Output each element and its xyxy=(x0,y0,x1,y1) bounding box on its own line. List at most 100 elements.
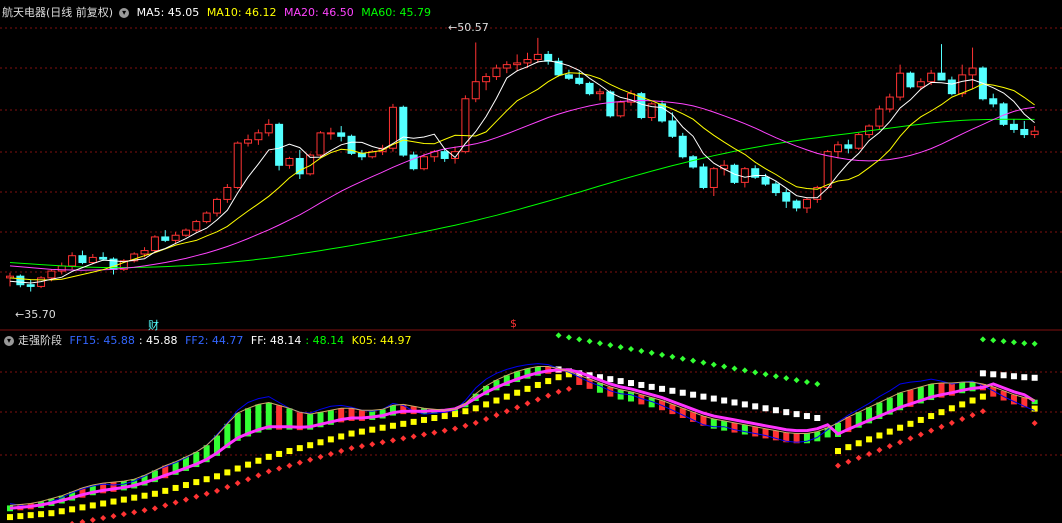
k05-marker xyxy=(524,385,531,392)
ff2-label: FF2: 44.77 xyxy=(185,334,244,347)
indicator-bar xyxy=(628,391,634,402)
resistance-marker xyxy=(586,338,593,345)
support-marker xyxy=(948,419,955,426)
ff-label: FF: 48.14 xyxy=(250,334,302,347)
candle-down xyxy=(564,74,573,79)
k05-marker xyxy=(534,381,541,388)
resistance-marker xyxy=(783,375,790,382)
k05-marker xyxy=(514,389,521,396)
event-marker-dollar[interactable]: $ xyxy=(510,317,517,330)
candlestick-panel[interactable] xyxy=(6,37,1039,292)
chevron-down-icon[interactable]: ▾ xyxy=(119,8,130,18)
ff-marker xyxy=(617,378,624,385)
k05-marker xyxy=(493,397,500,404)
candle-up xyxy=(513,62,522,66)
candle-down xyxy=(606,91,615,117)
support-marker xyxy=(866,450,873,457)
support-marker xyxy=(151,505,158,512)
support-marker xyxy=(79,518,86,523)
candle-up xyxy=(192,221,201,231)
indicator-header: ▾ 走强阶段 FF15: 45.88: 45.88 FF2: 44.77 FF: … xyxy=(2,333,416,349)
k05-marker xyxy=(27,512,34,519)
k05-marker xyxy=(255,457,262,464)
high-annotation: ←50.57 xyxy=(448,21,489,34)
ff-marker xyxy=(710,395,717,402)
candle-up xyxy=(482,76,491,83)
ff-marker xyxy=(721,397,728,404)
k05-marker xyxy=(338,433,345,440)
k05-marker xyxy=(421,416,427,423)
k05-marker xyxy=(545,378,552,385)
k05-marker xyxy=(276,450,283,457)
k05-label: K05: 44.97 xyxy=(351,334,412,347)
indicator-bar xyxy=(731,422,738,433)
support-marker xyxy=(100,515,107,522)
k05-marker xyxy=(79,504,86,511)
k05-marker xyxy=(182,482,189,489)
resistance-marker xyxy=(669,353,676,360)
support-marker xyxy=(348,445,355,452)
support-marker xyxy=(431,429,438,436)
candle-up xyxy=(1030,130,1039,136)
resistance-marker xyxy=(979,336,986,343)
candle-down xyxy=(782,192,791,202)
main-chart-header: 航天电器(日线 前复权) ▾ MA5: 45.05 MA10: 46.12 MA2… xyxy=(2,5,435,21)
candle-down xyxy=(906,72,915,88)
candle-up xyxy=(223,186,232,200)
k05-marker xyxy=(917,416,924,423)
resistance-marker xyxy=(990,337,997,344)
resistance-marker xyxy=(565,334,572,341)
candle-down xyxy=(99,256,108,260)
chevron-down-icon[interactable]: ▾ xyxy=(4,336,14,346)
support-marker xyxy=(565,385,572,392)
support-marker xyxy=(462,422,469,429)
support-marker xyxy=(379,439,386,446)
k05-marker xyxy=(224,469,231,476)
k05-marker xyxy=(389,422,396,429)
candle-down xyxy=(689,156,698,168)
support-marker xyxy=(855,454,862,461)
candle-up xyxy=(285,157,294,166)
candle-down xyxy=(275,123,284,166)
indicator-panel[interactable] xyxy=(7,332,1038,523)
resistance-marker xyxy=(628,346,634,353)
candle-up xyxy=(502,64,511,69)
k05-marker xyxy=(1031,405,1038,412)
k05-marker xyxy=(959,401,966,408)
k05-marker xyxy=(835,448,841,455)
stock-chart[interactable] xyxy=(0,0,1062,523)
k05-marker xyxy=(876,432,883,439)
candle-down xyxy=(947,79,956,95)
ff-marker xyxy=(1021,374,1028,381)
support-marker xyxy=(545,392,552,399)
resistance-marker xyxy=(710,361,717,368)
candle-down xyxy=(440,151,449,159)
ff-marker xyxy=(803,413,810,420)
k05-marker xyxy=(7,514,13,521)
k05-marker xyxy=(483,401,490,408)
candle-up xyxy=(213,198,221,214)
ff-marker xyxy=(752,403,759,410)
k05-marker xyxy=(866,436,873,443)
k05-marker xyxy=(48,510,55,517)
support-marker xyxy=(327,450,334,457)
candle-down xyxy=(575,77,584,84)
ma5-label: MA5: 45.05 xyxy=(136,6,200,19)
candle-up xyxy=(316,132,325,156)
candle-up xyxy=(958,74,967,95)
candle-down xyxy=(337,132,346,137)
resistance-marker xyxy=(803,379,810,386)
k05-marker xyxy=(928,413,935,420)
support-marker xyxy=(555,388,562,395)
support-marker xyxy=(503,408,510,415)
indicator-bar xyxy=(762,428,769,439)
ff-marker xyxy=(638,381,645,388)
ma10-label: MA10: 46.12 xyxy=(206,6,277,19)
candle-up xyxy=(616,101,625,117)
k05-marker xyxy=(214,473,220,480)
resistance-marker xyxy=(607,342,614,349)
k05-marker xyxy=(100,500,107,507)
event-marker-finance[interactable]: 财 xyxy=(148,317,159,333)
candle-up xyxy=(47,270,56,279)
indicator-title: 走强阶段 xyxy=(18,334,62,347)
